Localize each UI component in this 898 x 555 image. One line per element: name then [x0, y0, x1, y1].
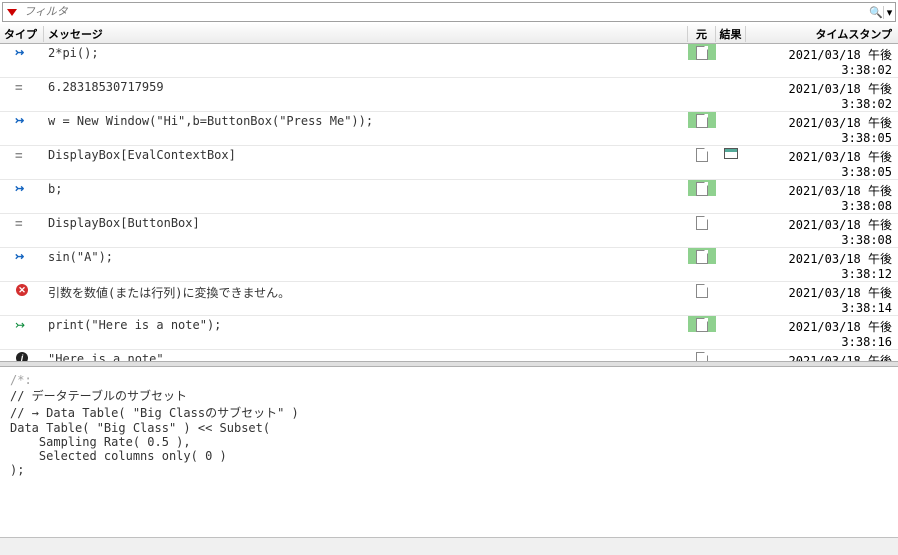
row-source-cell[interactable]	[688, 350, 716, 361]
row-message-cell: print("Here is a note");	[44, 316, 688, 334]
detail-body: // データテーブルのサブセット // → Data Table( "Big C…	[10, 389, 299, 477]
row-type-cell: i	[0, 350, 44, 361]
log-row[interactable]: = 6.28318530717959 2021/03/18 午後 3:38:02	[0, 78, 898, 112]
document-icon	[696, 352, 708, 361]
detail-pane[interactable]: /*: // データテーブルのサブセット // → Data Table( "B…	[0, 367, 898, 537]
row-source-cell[interactable]	[688, 282, 716, 298]
header-timestamp[interactable]: タイムスタンプ	[746, 26, 898, 42]
header-type[interactable]: タイプ	[0, 26, 44, 42]
row-timestamp-cell: 2021/03/18 午後 3:38:14	[746, 282, 898, 315]
result-icon: =	[15, 216, 29, 230]
filter-input[interactable]	[21, 6, 869, 18]
detail-comment: /*:	[10, 373, 32, 387]
info-icon: i	[16, 352, 28, 361]
row-timestamp-cell: 2021/03/18 午後 3:38:16	[746, 350, 898, 361]
row-result-cell[interactable]	[716, 180, 746, 182]
row-type-cell: ↣	[0, 180, 44, 196]
row-timestamp-cell: 2021/03/18 午後 3:38:16	[746, 316, 898, 349]
row-message-cell: b;	[44, 180, 688, 198]
window-icon	[724, 148, 738, 159]
row-message-cell: DisplayBox[ButtonBox]	[44, 214, 688, 232]
row-timestamp-cell: 2021/03/18 午後 3:38:08	[746, 180, 898, 213]
row-message-cell: "Here is a note"	[44, 350, 688, 361]
row-source-cell[interactable]	[688, 44, 716, 60]
row-type-cell: ↣	[0, 44, 44, 60]
row-result-cell[interactable]	[716, 350, 746, 352]
row-type-cell: ↣	[0, 248, 44, 264]
row-timestamp-cell: 2021/03/18 午後 3:38:02	[746, 78, 898, 111]
log-grid-header: タイプ メッセージ 元 結果 タイムスタンプ	[0, 24, 898, 44]
run-icon: ↣	[15, 114, 29, 128]
document-icon	[696, 318, 708, 332]
row-type-cell: ✕	[0, 282, 44, 296]
row-timestamp-cell: 2021/03/18 午後 3:38:05	[746, 112, 898, 145]
row-type-cell: =	[0, 78, 44, 94]
header-result[interactable]: 結果	[716, 26, 746, 42]
header-message[interactable]: メッセージ	[44, 26, 688, 42]
run-icon: ↣	[15, 250, 29, 264]
log-row[interactable]: ✕ 引数を数値(または行列)に変換できません。 2021/03/18 午後 3:38…	[0, 282, 898, 316]
row-message-cell: 6.28318530717959	[44, 78, 688, 96]
row-result-cell[interactable]	[716, 214, 746, 216]
log-row[interactable]: ↣ 2*pi(); 2021/03/18 午後 3:38:02	[0, 44, 898, 78]
document-icon	[696, 114, 708, 128]
row-result-cell[interactable]	[716, 112, 746, 114]
header-source[interactable]: 元	[688, 26, 716, 42]
row-source-cell[interactable]	[688, 180, 716, 196]
row-result-cell[interactable]	[716, 248, 746, 250]
document-icon	[696, 46, 708, 60]
status-bar	[0, 537, 898, 555]
row-result-cell[interactable]	[716, 44, 746, 46]
row-timestamp-cell: 2021/03/18 午後 3:38:02	[746, 44, 898, 77]
log-row[interactable]: ↣ w = New Window("Hi",b=ButtonBox("Press …	[0, 112, 898, 146]
triangle-down-icon	[7, 9, 17, 16]
log-row[interactable]: ↣ print("Here is a note"); 2021/03/18 午後 3…	[0, 316, 898, 350]
row-timestamp-cell: 2021/03/18 午後 3:38:12	[746, 248, 898, 281]
log-row[interactable]: = DisplayBox[ButtonBox] 2021/03/18 午後 3:38…	[0, 214, 898, 248]
filter-dropdown-icon[interactable]: ▾	[883, 6, 895, 19]
row-message-cell: 引数を数値(または行列)に変換できません。	[44, 282, 688, 303]
result-icon: =	[15, 148, 29, 162]
result-icon: =	[15, 80, 29, 94]
run-icon: ↣	[15, 46, 29, 60]
row-message-cell: DisplayBox[EvalContextBox]	[44, 146, 688, 164]
log-row[interactable]: ↣ sin("A"); 2021/03/18 午後 3:38:12	[0, 248, 898, 282]
note-icon: ↣	[15, 318, 29, 332]
document-icon	[696, 284, 708, 298]
row-message-cell: w = New Window("Hi",b=ButtonBox("Press M…	[44, 112, 688, 130]
row-result-cell[interactable]	[716, 316, 746, 318]
document-icon	[696, 216, 708, 230]
row-result-cell[interactable]	[716, 282, 746, 284]
row-result-cell[interactable]	[716, 78, 746, 80]
row-type-cell: ↣	[0, 316, 44, 332]
row-type-cell: ↣	[0, 112, 44, 128]
log-row[interactable]: i "Here is a note" 2021/03/18 午後 3:38:16	[0, 350, 898, 361]
row-source-cell[interactable]	[688, 112, 716, 128]
log-grid-body[interactable]: ↣ 2*pi(); 2021/03/18 午後 3:38:02 = 6.28318530…	[0, 44, 898, 361]
row-source-cell[interactable]	[688, 316, 716, 332]
log-row[interactable]: ↣ b; 2021/03/18 午後 3:38:08	[0, 180, 898, 214]
document-icon	[696, 182, 708, 196]
row-source-cell[interactable]	[688, 146, 716, 162]
row-type-cell: =	[0, 214, 44, 230]
document-icon	[696, 250, 708, 264]
row-message-cell: 2*pi();	[44, 44, 688, 62]
search-icon[interactable]: 🔍	[869, 6, 883, 19]
filter-menu-toggle[interactable]	[5, 5, 19, 19]
row-source-cell[interactable]	[688, 214, 716, 230]
row-source-cell[interactable]	[688, 78, 716, 80]
row-timestamp-cell: 2021/03/18 午後 3:38:08	[746, 214, 898, 247]
row-result-cell[interactable]	[716, 146, 746, 159]
error-icon: ✕	[16, 284, 28, 296]
row-timestamp-cell: 2021/03/18 午後 3:38:05	[746, 146, 898, 179]
row-message-cell: sin("A");	[44, 248, 688, 266]
row-source-cell[interactable]	[688, 248, 716, 264]
filter-bar: 🔍 ▾	[2, 2, 896, 22]
row-type-cell: =	[0, 146, 44, 162]
document-icon	[696, 148, 708, 162]
log-row[interactable]: = DisplayBox[EvalContextBox] 2021/03/18 午後…	[0, 146, 898, 180]
run-icon: ↣	[15, 182, 29, 196]
